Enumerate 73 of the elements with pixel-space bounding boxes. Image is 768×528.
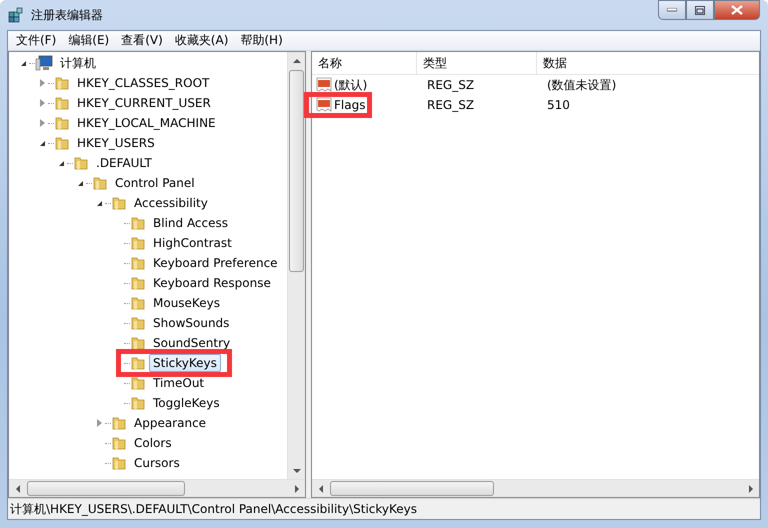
tree-item[interactable]: Cursors [130, 454, 184, 472]
tree-item[interactable]: ToggleKeys [149, 394, 224, 412]
tree-item[interactable]: Control Panel [111, 174, 199, 192]
folder-icon [130, 355, 146, 371]
folder-icon [54, 75, 70, 91]
value-data: (数值未设置) [546, 76, 618, 94]
folder-icon [111, 435, 127, 451]
folder-icon [111, 195, 127, 211]
folder-icon [130, 375, 146, 391]
folder-icon [130, 275, 146, 291]
status-bar: 计算机\HKEY_USERS\.DEFAULT\Control Panel\Accessibility\StickyKeys [8, 498, 760, 519]
menu-item[interactable]: 文件(F) [10, 31, 62, 50]
tree-item[interactable]: ShowSounds [149, 314, 234, 332]
value-type: REG_SZ [426, 98, 476, 112]
close-button[interactable] [714, 0, 760, 20]
tree-item[interactable]: MouseKeys [149, 294, 224, 312]
folder-icon [130, 255, 146, 271]
string-value-icon [316, 77, 332, 93]
tree-item[interactable]: Colors [130, 434, 176, 452]
scrollbar-thumb[interactable] [289, 70, 304, 272]
computer-icon [35, 55, 53, 71]
tree-item[interactable]: HighContrast [149, 234, 236, 252]
column-header[interactable]: 类型 [417, 52, 537, 74]
tree-item[interactable]: Blind Access [149, 214, 232, 232]
tree-item[interactable]: SoundSentry [149, 334, 234, 352]
maximize-button[interactable] [686, 0, 714, 20]
horizontal-scrollbar[interactable] [9, 479, 305, 497]
value-data: 510 [546, 98, 571, 112]
tree-item[interactable]: Accessibility [130, 194, 212, 212]
vertical-scrollbar[interactable] [287, 52, 305, 479]
folder-icon [130, 315, 146, 331]
close-icon [731, 5, 743, 15]
folder-icon [130, 295, 146, 311]
folder-icon [54, 135, 70, 151]
maximize-icon [695, 6, 705, 14]
tree-item[interactable]: Appearance [130, 414, 210, 432]
menu-item[interactable]: 编辑(E) [62, 31, 116, 50]
folder-icon [130, 335, 146, 351]
tree-item[interactable]: TimeOut [149, 374, 208, 392]
column-header[interactable]: 数据 [537, 52, 759, 74]
minimize-icon [667, 8, 677, 12]
value-name[interactable]: (默认) [334, 76, 368, 94]
tree-item[interactable]: StickyKeys [149, 354, 221, 372]
scrollbar-thumb[interactable] [330, 481, 494, 496]
tree-item[interactable]: Keyboard Preference [149, 254, 282, 272]
string-value-icon [316, 97, 332, 113]
tree-item[interactable]: .DEFAULT [92, 154, 156, 172]
folder-icon [73, 155, 89, 171]
tree-item[interactable]: HKEY_CURRENT_USER [73, 94, 215, 112]
folder-icon [130, 235, 146, 251]
minimize-button[interactable] [658, 0, 686, 20]
folder-icon [130, 395, 146, 411]
menu-item[interactable]: 收藏夹(A) [168, 31, 234, 50]
folder-icon [111, 455, 127, 471]
tree-item[interactable]: 计算机 [56, 52, 100, 74]
folder-icon [130, 215, 146, 231]
value-type: REG_SZ [426, 78, 476, 92]
tree-item[interactable]: Keyboard Response [149, 274, 275, 292]
window-title: 注册表编辑器 [31, 6, 103, 24]
folder-icon [54, 115, 70, 131]
horizontal-scrollbar[interactable] [312, 479, 759, 497]
tree-item[interactable]: HKEY_USERS [73, 134, 159, 152]
value-name[interactable]: Flags [334, 98, 366, 112]
folder-icon [54, 95, 70, 111]
scrollbar-thumb[interactable] [27, 481, 185, 496]
folder-icon [92, 175, 108, 191]
folder-icon [111, 415, 127, 431]
tree-item[interactable]: HKEY_LOCAL_MACHINE [73, 114, 220, 132]
column-header[interactable]: 名称 [312, 52, 417, 74]
menu-item[interactable]: 查看(V) [115, 31, 169, 50]
registry-editor-icon [7, 6, 25, 24]
tree-item[interactable]: HKEY_CLASSES_ROOT [73, 74, 214, 92]
menu-item[interactable]: 帮助(H) [234, 31, 289, 50]
